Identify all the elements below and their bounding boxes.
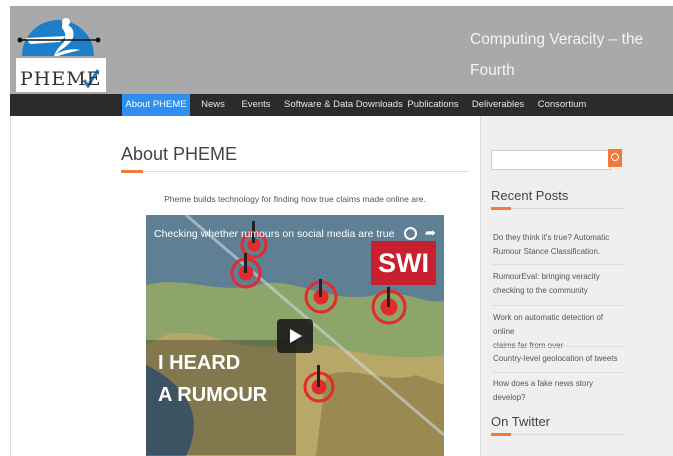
recent-post-line[interactable]: Do they think it's true? Automatic (493, 231, 626, 245)
nav-item-news[interactable]: News (196, 94, 230, 116)
play-button[interactable] (277, 319, 313, 353)
recent-post-line[interactable]: How does a fake news story develop? (493, 377, 626, 405)
twitter-heading: On Twitter (491, 414, 551, 429)
recent-post-line[interactable]: checking to the community (493, 284, 626, 298)
recent-posts-accent (491, 207, 511, 210)
logo-text: PHEME (20, 68, 102, 90)
recent-post-link[interactable]: Do they think it's true? Automatic Rumou… (491, 231, 626, 259)
site-header: PHEME Computing Veracity – the Fourth Ch… (10, 6, 673, 110)
nav-item-about-pheme[interactable]: About PHEME (122, 94, 190, 116)
nav-item-events[interactable]: Events (236, 94, 276, 116)
main-navigation: About PHEME News Events Software & Data … (10, 94, 673, 116)
pheme-logo[interactable]: PHEME (16, 10, 106, 92)
main-content: About PHEME Pheme builds technology for … (10, 116, 481, 456)
video-caption-line-1: I HEARD (158, 352, 241, 374)
recent-post-line[interactable]: Rumour Stance Classification. (493, 245, 626, 259)
page-title: About PHEME (121, 144, 238, 164)
twitter-accent (491, 433, 511, 436)
post-divider (491, 264, 624, 265)
recent-post-link[interactable]: Country-level geolocation of tweets (491, 352, 626, 366)
nav-item-software-data-downloads[interactable]: Software & Data Downloads (284, 94, 403, 116)
nav-item-publications[interactable]: Publications (404, 94, 462, 116)
search-button[interactable] (608, 149, 622, 167)
title-divider (121, 171, 469, 172)
video-title[interactable]: Checking whether rumours on social media… (154, 228, 394, 240)
recent-post-line[interactable]: Country-level geolocation of tweets (493, 352, 626, 366)
post-divider (491, 305, 624, 306)
recent-post-line[interactable]: Work on automatic detection of online (493, 311, 626, 339)
recent-post-line[interactable]: RumourEval: bringing veracity (493, 270, 626, 284)
tagline-line-1: Computing Veracity – the Fourth (470, 31, 644, 79)
search-input[interactable] (491, 150, 611, 170)
video-caption-line-2: A RUMOUR (158, 384, 268, 406)
nav-item-deliverables[interactable]: Deliverables (470, 94, 526, 116)
swi-logo: SWI (371, 241, 436, 285)
recent-post-link[interactable]: How does a fake news story develop? (491, 377, 626, 405)
video-player[interactable]: Checking whether rumours on social media… (146, 215, 444, 456)
post-divider (491, 346, 624, 347)
nav-item-consortium[interactable]: Consortium (534, 94, 590, 116)
sidebar: Recent Posts Do they think it's true? Au… (480, 116, 673, 456)
post-divider (491, 372, 624, 373)
video-caption-panel: I HEARD A RUMOUR (146, 340, 296, 455)
recent-post-link[interactable]: RumourEval: bringing veracity checking t… (491, 270, 626, 298)
clock-icon[interactable] (404, 227, 417, 240)
share-icon[interactable]: ➦ (425, 225, 436, 241)
recent-posts-heading: Recent Posts (491, 188, 569, 203)
title-accent-bar (121, 170, 143, 173)
intro-text: Pheme builds technology for finding how … (164, 194, 426, 204)
